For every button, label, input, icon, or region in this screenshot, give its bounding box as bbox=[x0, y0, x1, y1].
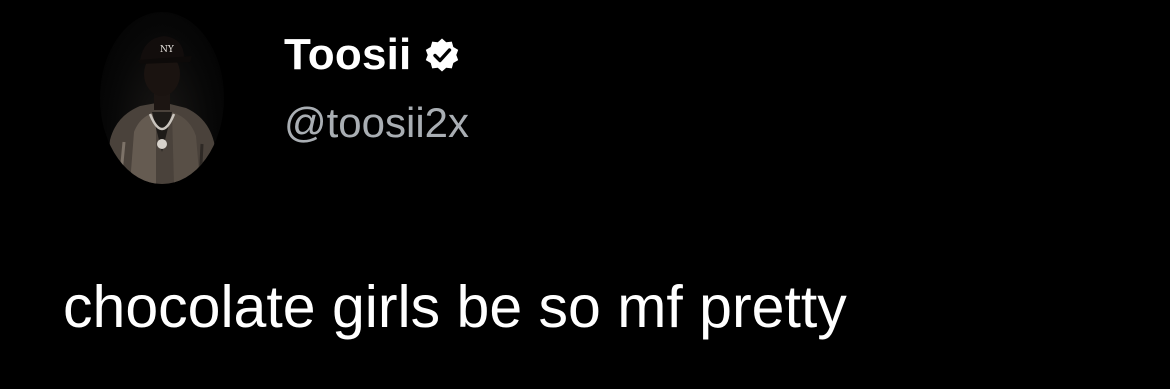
avatar-photo: NY bbox=[106, 36, 220, 184]
author-display-name[interactable]: Toosii bbox=[284, 30, 412, 80]
avatar[interactable]: NY bbox=[100, 12, 224, 184]
tweet-text: chocolate girls be so mf pretty bbox=[63, 274, 847, 340]
verified-badge-icon bbox=[424, 37, 460, 73]
svg-text:NY: NY bbox=[160, 45, 175, 55]
tweet-card: NY Toosii @toosii2x chocolate girls be s… bbox=[0, 0, 1170, 389]
author-name-row: Toosii bbox=[284, 30, 460, 80]
author-handle[interactable]: @toosii2x bbox=[284, 98, 469, 148]
